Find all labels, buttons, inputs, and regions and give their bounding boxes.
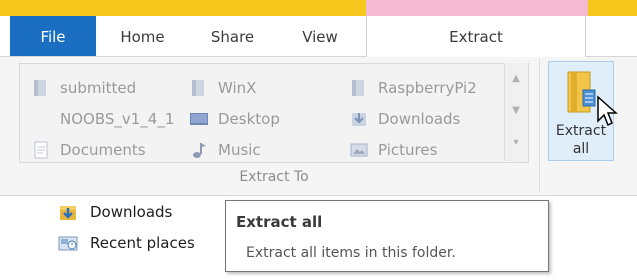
extract-to-item-label: Music [218,141,261,159]
tab-extract[interactable]: Extract [366,16,586,57]
extract-to-gallery: submitted NOOBS_v1_4_1 Documents WinX De… [19,63,529,163]
folder-zip-icon [34,80,46,96]
scroll-up-icon[interactable]: ▲ [505,65,527,93]
blank-icon [32,110,50,128]
gallery-expand-icon[interactable]: ▾ [505,129,527,157]
extract-to-item-label: Documents [60,141,146,159]
compressed-folder-tools-header [366,0,588,16]
explorer-window: File Home Share View Extract submitted N… [0,0,637,280]
desktop-icon [190,113,208,125]
tab-home[interactable]: Home [100,16,185,56]
folder-zip-icon [192,80,204,96]
extract-all-icon [567,71,596,113]
extract-to-item-label: Desktop [218,110,280,128]
pictures-icon [350,143,368,157]
nav-item-label: Downloads [90,203,173,221]
recent-places-icon [58,236,78,251]
ribbon-tab-row: File Home Share View Extract [0,16,637,57]
tooltip-description: Extract all items in this folder. [246,245,456,261]
gallery-scrollbar[interactable]: ▲ ▼ ▾ [504,63,527,161]
music-icon [193,143,206,158]
ribbon-panel: submitted NOOBS_v1_4_1 Documents WinX De… [0,57,637,196]
document-icon [34,141,48,159]
extract-to-item-label: NOOBS_v1_4_1 [60,110,175,128]
tab-file[interactable]: File [10,16,96,56]
extract-to-item-label: Pictures [378,141,438,159]
tab-share[interactable]: Share [190,16,275,56]
extract-to-group-label: Extract To [239,169,309,185]
nav-item-label: Recent places [90,234,195,252]
scroll-down-icon[interactable]: ▼ [505,97,527,125]
extract-to-item-label: submitted [60,79,137,97]
extract-all-label-line2: all [572,141,590,157]
group-separator [539,59,540,191]
downloads-icon [352,113,366,126]
extract-to-item-label: RaspberryPi2 [378,79,477,97]
folder-zip-icon [352,80,364,96]
tooltip-title: Extract all [236,213,323,231]
downloads-icon [60,206,76,220]
tab-view[interactable]: View [280,16,360,56]
mouse-pointer-icon [597,95,618,127]
extract-to-item-label: WinX [218,79,257,97]
extract-all-tooltip: Extract all Extract all items in this fo… [225,200,549,272]
extract-to-item-label: Downloads [378,110,461,128]
